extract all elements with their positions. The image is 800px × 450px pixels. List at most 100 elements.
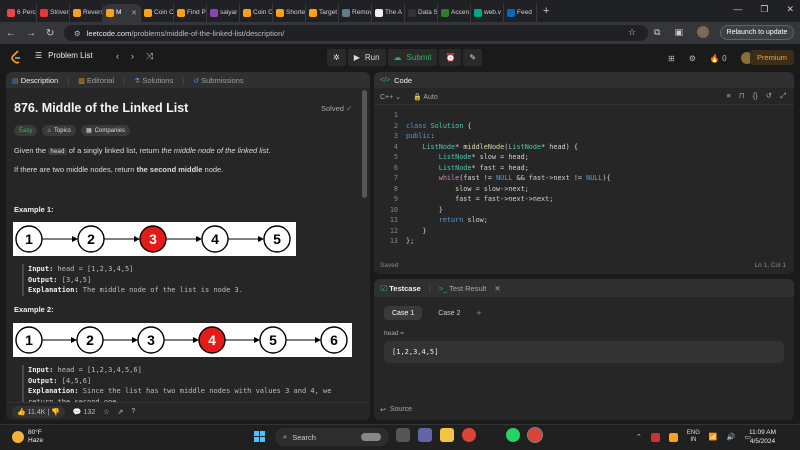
browser-tab[interactable]: Find P [174,3,207,22]
browser-tab[interactable]: Coin C [240,3,273,22]
browser-tab[interactable]: Coin C [141,3,174,22]
tab-editorial[interactable]: ▥ Editorial [78,76,114,85]
browser-tab[interactable]: web.v [471,3,504,22]
prev-problem-icon[interactable]: ‹ [116,51,119,62]
language-indicator[interactable]: ENG IN [687,430,700,444]
close-tab-icon[interactable]: ✕ [494,284,500,293]
bookmark-icon[interactable]: ⊓ [739,91,745,101]
code-line[interactable]: ListNode* middleNode(ListNode* head) { [406,142,578,153]
file-explorer-icon[interactable] [440,428,454,442]
reload-icon[interactable]: ↻ [46,28,54,39]
browser-tab[interactable]: Remov [339,3,372,22]
fullscreen-icon[interactable]: ⤢ [780,91,786,101]
tab-solutions[interactable]: ⚗ Solutions [134,76,173,85]
back-icon[interactable]: ← [6,28,16,39]
browser-tab[interactable]: Revers [70,3,103,22]
settings-icon[interactable]: ⚙ [689,54,696,63]
source-link[interactable]: ↩ Source [380,406,412,414]
tab-description[interactable]: ▤ Description [12,76,58,85]
timer-button[interactable]: ⏰ [439,49,462,66]
testcase-input[interactable]: [1,2,3,4,5] [384,341,784,363]
format-icon[interactable]: ≡ [726,91,730,101]
minimize-icon[interactable]: — [733,4,742,15]
tab-submissions[interactable]: ↺ Submissions [193,76,244,85]
code-line[interactable]: return slow; [406,215,488,226]
shuffle-icon[interactable]: ⤨ [146,51,153,62]
whatsapp-icon[interactable] [506,428,520,442]
forward-icon[interactable]: → [26,28,36,39]
bookmark-star-icon[interactable]: ☆ [628,27,636,38]
code-line[interactable]: fast = fast->next->next; [406,194,553,205]
autocomplete-mode[interactable]: 🔒 Auto [413,93,438,101]
next-problem-icon[interactable]: › [131,51,134,62]
chevron-up-icon[interactable]: ⌃ [636,433,642,441]
help-icon[interactable]: ? [131,408,135,415]
taskbar-search[interactable]: ⌕ Search [275,428,389,446]
browser-tab[interactable]: Striver [37,3,70,22]
add-case-icon[interactable]: + [476,308,481,318]
problem-list-link[interactable]: ☰ Problem List [35,51,93,60]
companies-badge[interactable]: ▦ Companies [80,125,131,136]
maximize-icon[interactable]: ❐ [760,4,768,15]
volume-icon[interactable]: 🔊 [727,433,736,441]
tab-testcase[interactable]: ☑ Testcase [380,284,421,293]
extensions-icon[interactable]: ⧉ [654,27,660,38]
weather-widget[interactable]: 80°F Haze [12,429,43,445]
browser-tab[interactable]: saiyar [207,3,240,22]
browser-tab[interactable]: Accen [438,3,471,22]
topics-badge[interactable]: ⌂ Topics [42,125,76,136]
taskbar-clock[interactable]: 11:09 AM 4/5/2024 [749,428,776,446]
comments-button[interactable]: 💬 132 [73,408,95,416]
tray-app2-icon[interactable] [668,432,678,442]
sidebar-icon[interactable]: ▣ [674,27,683,38]
teams-icon[interactable] [418,428,432,442]
share-icon[interactable]: ⇗ [118,408,124,416]
tab-test-result[interactable]: >_ Test Result [439,284,487,293]
site-info-icon[interactable]: ⚙ [74,29,81,38]
premium-button[interactable]: Premium [750,50,794,65]
leetcode-logo-icon[interactable] [10,50,22,64]
code-line[interactable]: while(fast != NULL && fast->next != NULL… [406,173,611,184]
case-2-tab[interactable]: Case 2 [430,306,468,320]
windows-start-icon[interactable] [254,431,265,442]
code-line[interactable]: ListNode* fast = head; [406,163,529,174]
favorite-star-icon[interactable]: ☆ [103,408,109,416]
notifications[interactable]: 🔥 0 [710,54,727,63]
chrome-icon[interactable] [462,428,476,442]
difficulty-badge[interactable]: Easy [14,125,38,136]
like-button[interactable]: 👍 11.4K | 👎 [12,405,65,418]
tray-app-icon[interactable] [650,432,660,442]
url-bar[interactable]: ⚙ leetcode.com/problems/middle-of-the-li… [64,25,648,41]
browser-tab[interactable]: Data S [405,3,438,22]
profile-avatar[interactable] [696,26,709,38]
language-selector[interactable]: C++ ⌄ [380,93,401,101]
wifi-icon[interactable]: 📶 [709,433,718,441]
relaunch-button[interactable]: Relaunch to update [720,25,794,40]
chrome-active-icon[interactable] [527,427,543,443]
code-line[interactable]: } [406,226,426,237]
close-window-icon[interactable]: ✕ [786,4,794,15]
code-line[interactable]: ListNode* slow = head; [406,152,529,163]
code-line[interactable]: }; [406,236,414,247]
code-line[interactable]: public: [406,131,435,142]
browser-tab[interactable]: 6 Perc [4,3,37,22]
description-scrollbar[interactable] [362,90,367,198]
browser-tab[interactable]: M ✕ [103,3,141,22]
run-button[interactable]: ▶ Run [347,49,386,66]
layout-icon[interactable]: ⊞ [668,54,675,63]
browser-tab[interactable]: The A [372,3,405,22]
close-tab-icon[interactable]: ✕ [131,9,137,17]
browser-tab[interactable]: Feed [504,3,537,22]
notes-button[interactable]: ✎ [463,49,483,66]
reset-icon[interactable]: ↺ [766,91,772,101]
browser-tab[interactable]: Shorte [273,3,306,22]
code-line[interactable]: class Solution { [406,121,472,132]
task-view-icon[interactable] [396,428,410,442]
browser-tab[interactable]: Target [306,3,339,22]
debug-button[interactable]: ✲ [327,49,346,66]
braces-icon[interactable]: {} [753,91,758,101]
code-line[interactable]: } [406,205,443,216]
new-tab-icon[interactable]: + [543,5,549,17]
code-line[interactable]: slow = slow->next; [406,184,529,195]
submit-button[interactable]: ☁ Submit [387,49,438,66]
